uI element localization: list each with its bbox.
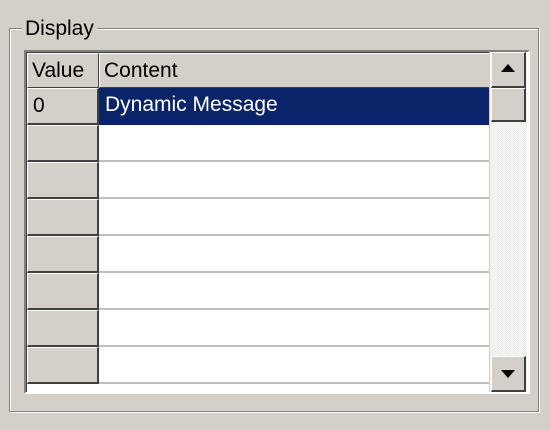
row-content-cell[interactable]	[99, 273, 490, 310]
table-row[interactable]	[27, 310, 490, 347]
row-content-cell[interactable]	[99, 310, 490, 347]
table-row[interactable]	[27, 236, 490, 273]
row-value-cell[interactable]	[27, 273, 99, 310]
row-content-cell[interactable]	[99, 347, 490, 384]
row-content-cell[interactable]	[99, 236, 490, 273]
table-row[interactable]	[27, 125, 490, 162]
scroll-up-button[interactable]	[491, 52, 526, 88]
row-content-cell[interactable]	[99, 125, 490, 162]
table-row[interactable]	[27, 347, 490, 384]
row-content-cell[interactable]	[99, 162, 490, 199]
vertical-scrollbar[interactable]	[489, 52, 527, 392]
row-value-cell[interactable]: 0	[27, 88, 99, 125]
table-row[interactable]	[27, 162, 490, 199]
row-content-cell[interactable]	[99, 199, 490, 236]
table-row[interactable]	[27, 199, 490, 236]
row-content-cell[interactable]: Dynamic Message	[99, 88, 490, 125]
row-value-cell[interactable]	[27, 162, 99, 199]
display-grid[interactable]: Value Content 0 Dynamic Message	[24, 50, 530, 394]
column-header-content[interactable]: Content	[99, 53, 490, 88]
column-header-value[interactable]: Value	[27, 53, 99, 88]
row-value-cell[interactable]	[27, 236, 99, 273]
table-row[interactable]: 0 Dynamic Message	[27, 88, 490, 125]
row-value-cell[interactable]	[27, 310, 99, 347]
row-value-cell[interactable]	[27, 125, 99, 162]
row-value-cell[interactable]	[27, 199, 99, 236]
row-value-cell[interactable]	[27, 347, 99, 384]
up-arrow-icon	[501, 64, 515, 72]
display-group-title: Display	[22, 17, 97, 41]
table-row[interactable]	[27, 273, 490, 310]
down-arrow-icon	[501, 370, 515, 378]
scroll-thumb[interactable]	[491, 88, 526, 122]
scroll-down-button[interactable]	[491, 356, 526, 392]
grid-body: Value Content 0 Dynamic Message	[26, 52, 490, 392]
